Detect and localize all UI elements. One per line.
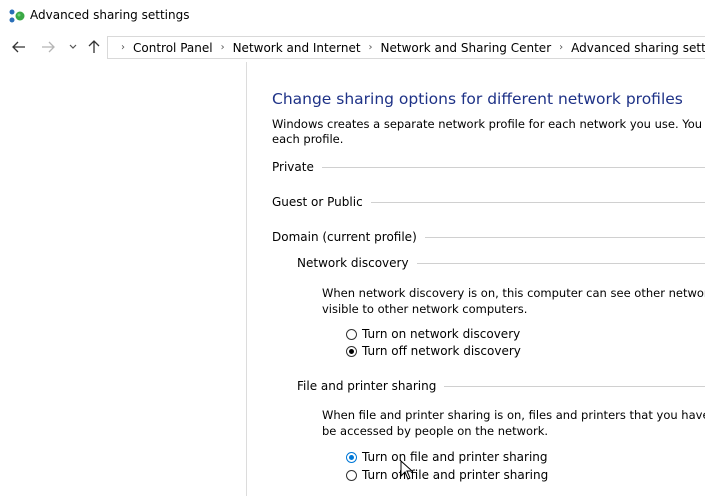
- forward-arrow-icon: [42, 41, 55, 53]
- profile-private-header[interactable]: Private: [272, 160, 705, 174]
- recent-locations-button[interactable]: [63, 37, 83, 57]
- chevron-right-icon[interactable]: ›: [221, 42, 225, 53]
- back-arrow-icon: [12, 41, 25, 53]
- breadcrumb-advanced-sharing-settings[interactable]: Advanced sharing settings: [571, 41, 705, 55]
- profile-domain-label[interactable]: Domain (current profile): [272, 230, 417, 244]
- chevron-right-icon[interactable]: ›: [559, 42, 563, 53]
- divider: [416, 262, 705, 264]
- divider: [444, 385, 705, 387]
- file-printer-sharing-header: File and printer sharing: [297, 379, 705, 393]
- back-button[interactable]: [9, 37, 29, 57]
- description-line: each profile.: [272, 132, 344, 146]
- divider: [424, 236, 705, 238]
- description-line: visible to other network computers.: [322, 301, 528, 316]
- chevron-down-icon: [69, 44, 77, 49]
- breadcrumb-network-and-internet[interactable]: Network and Internet: [233, 41, 361, 55]
- radio-turn-on-network-discovery[interactable]: Turn on network discovery: [346, 327, 520, 341]
- radio-label[interactable]: Turn off network discovery: [362, 344, 521, 358]
- chevron-right-icon[interactable]: ›: [369, 42, 373, 53]
- profile-private-label[interactable]: Private: [272, 160, 314, 174]
- navigation-bar: › Control Panel › Network and Internet ›…: [0, 33, 705, 62]
- network-discovery-title: Network discovery: [297, 256, 409, 270]
- file-printer-sharing-description: When file and printer sharing is on, fil…: [322, 408, 705, 439]
- radio-turn-off-network-discovery[interactable]: Turn off network discovery: [346, 344, 521, 358]
- radio-button[interactable]: [346, 345, 357, 357]
- radio-button[interactable]: [346, 469, 357, 481]
- radio-label[interactable]: Turn on file and printer sharing: [362, 450, 548, 464]
- description-line: When network discovery is on, this compu…: [322, 286, 705, 300]
- radio-label[interactable]: Turn off file and printer sharing: [362, 468, 548, 482]
- title-bar: Advanced sharing settings: [0, 0, 705, 33]
- profile-domain-header[interactable]: Domain (current profile): [272, 230, 705, 244]
- up-button[interactable]: [84, 37, 104, 57]
- address-bar[interactable]: › Control Panel › Network and Internet ›…: [107, 36, 705, 59]
- main-content: Change sharing options for different net…: [248, 62, 705, 496]
- divider: [370, 201, 705, 203]
- page-description: Windows creates a separate network profi…: [272, 117, 705, 147]
- chevron-right-icon: ›: [121, 42, 125, 53]
- description-line: Windows creates a separate network profi…: [272, 117, 705, 131]
- mouse-cursor-icon: [400, 460, 414, 480]
- radio-turn-on-file-printer-sharing[interactable]: Turn on file and printer sharing: [346, 450, 548, 464]
- forward-button[interactable]: [38, 37, 58, 57]
- radio-button[interactable]: [346, 451, 357, 463]
- window-title: Advanced sharing settings: [30, 8, 190, 22]
- left-pane: [0, 62, 247, 496]
- profile-guest-label[interactable]: Guest or Public: [272, 195, 363, 209]
- breadcrumb-network-sharing-center[interactable]: Network and Sharing Center: [381, 41, 552, 55]
- radio-label[interactable]: Turn on network discovery: [362, 327, 520, 341]
- network-discovery-header: Network discovery: [297, 256, 705, 270]
- breadcrumb-control-panel[interactable]: Control Panel: [133, 41, 213, 55]
- description-line: When file and printer sharing is on, fil…: [322, 408, 705, 422]
- divider: [321, 166, 705, 168]
- radio-turn-off-file-printer-sharing[interactable]: Turn off file and printer sharing: [346, 468, 548, 482]
- radio-button[interactable]: [346, 328, 357, 340]
- description-line: be accessed by people on the network.: [322, 423, 549, 438]
- up-arrow-icon: [88, 40, 100, 53]
- file-printer-sharing-title: File and printer sharing: [297, 379, 437, 393]
- profile-guest-header[interactable]: Guest or Public: [272, 195, 705, 209]
- network-icon: [9, 9, 25, 23]
- network-discovery-description: When network discovery is on, this compu…: [322, 286, 705, 317]
- page-title: Change sharing options for different net…: [272, 90, 683, 108]
